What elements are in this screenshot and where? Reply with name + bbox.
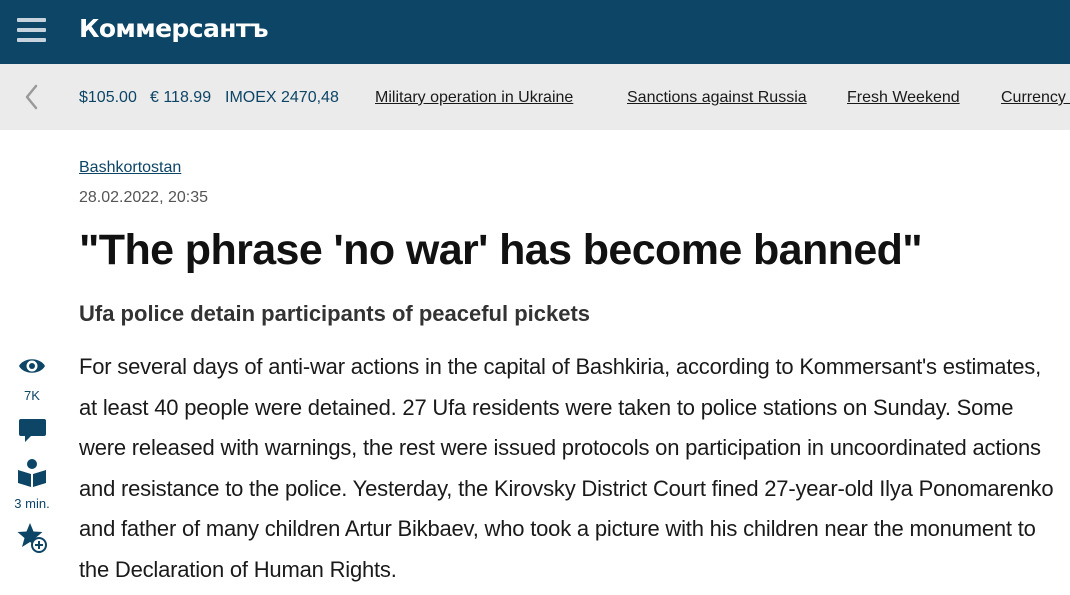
article-date: 28.02.2022, 20:35 xyxy=(79,189,209,206)
ticker-bar: $105.00 € 118.99 IMOEX 2470,48 Military … xyxy=(0,64,1070,130)
comment-icon[interactable] xyxy=(19,418,46,443)
nav-link-sanctions[interactable]: Sanctions against Russia xyxy=(627,89,807,107)
usd-rate[interactable]: $105.00 xyxy=(79,89,137,107)
nav-link-currency[interactable]: Currency t xyxy=(1001,89,1070,107)
views-count: 7K xyxy=(24,388,40,403)
site-logo[interactable]: Коммерсантъ xyxy=(79,14,269,43)
hamburger-menu-icon[interactable] xyxy=(17,18,46,43)
nav-link-fresh-weekend[interactable]: Fresh Weekend xyxy=(847,89,960,107)
eur-rate[interactable]: € 118.99 xyxy=(150,89,211,107)
chevron-left-icon[interactable] xyxy=(22,84,42,110)
nav-link-military-operation[interactable]: Military operation in Ukraine xyxy=(375,89,573,107)
site-header: Коммерсантъ xyxy=(0,0,1070,64)
article-body: For several days of anti-war actions in … xyxy=(79,354,1054,582)
article-title: "The phrase 'no war' has become banned" xyxy=(79,226,923,274)
read-time: 3 min. xyxy=(14,496,50,511)
article-subtitle: Ufa police detain participants of peacef… xyxy=(79,301,591,326)
star-add-icon[interactable] xyxy=(17,522,49,554)
open-book-icon xyxy=(18,459,46,487)
article-rubric-link[interactable]: Bashkortostan xyxy=(79,159,181,177)
imoex-index[interactable]: IMOEX 2470,48 xyxy=(225,89,339,107)
eye-icon xyxy=(19,359,45,373)
